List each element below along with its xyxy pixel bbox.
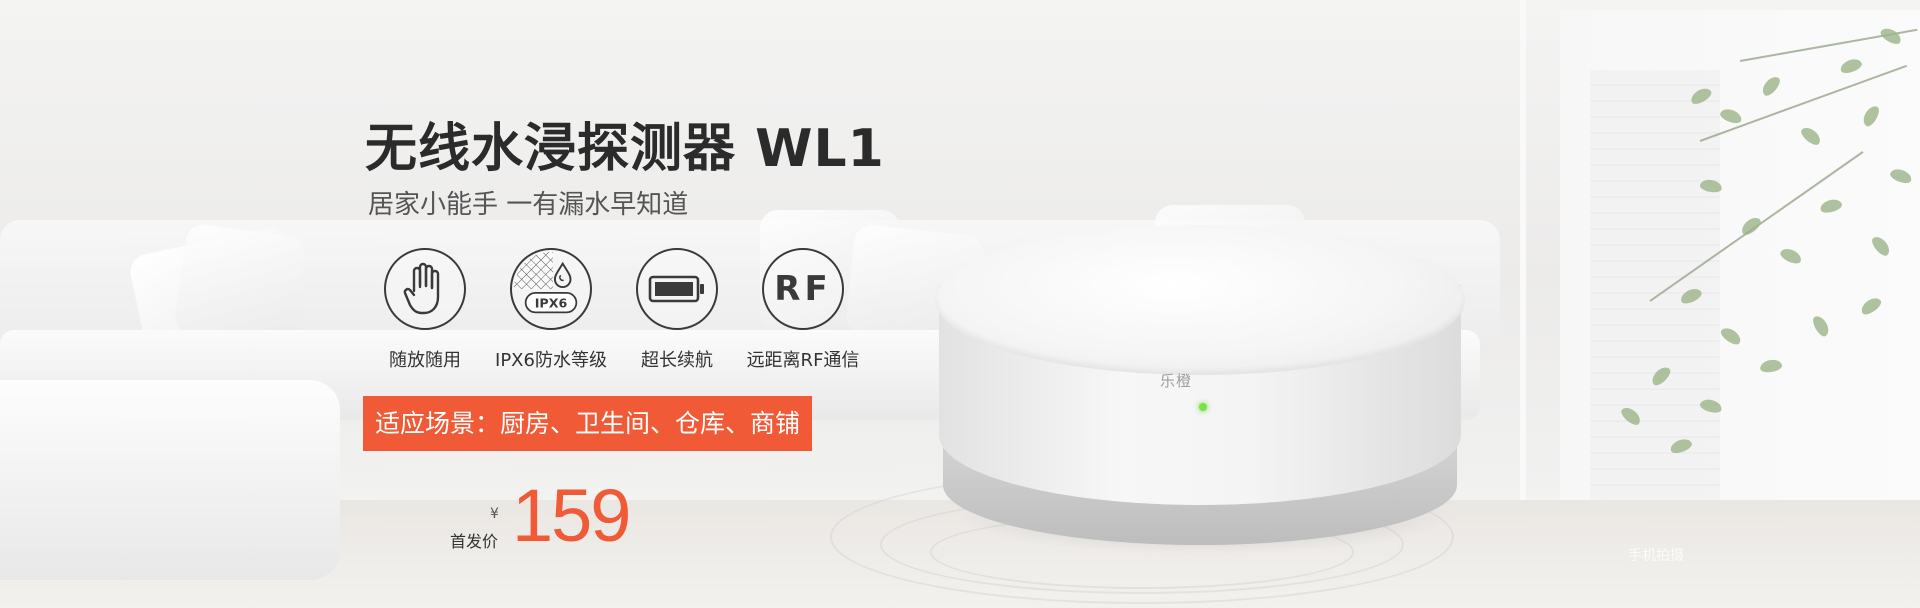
rf-badge-text: RF	[774, 269, 832, 309]
background-pillow	[172, 222, 308, 348]
feature-label: 远距离RF通信	[746, 350, 860, 371]
product-banner[interactable]: 乐橙 无线水浸探测器 WL1 居家小能手 一有漏水早知道 随放随用 IPX6 I…	[0, 0, 1920, 608]
ipx6-water-icon: IPX6	[510, 248, 592, 330]
battery-icon	[636, 248, 718, 330]
watermark-text: 手机拍摄	[1628, 548, 1684, 564]
feature-label: IPX6防水等级	[495, 350, 607, 371]
price-value: 159	[512, 474, 631, 557]
device-top	[935, 225, 1465, 375]
product-title: 无线水浸探测器 WL1	[365, 119, 885, 179]
feature-label: 随放随用	[389, 350, 461, 371]
product-subtitle: 居家小能手 一有漏水早知道	[368, 190, 689, 220]
device-logo: 乐橙	[1160, 372, 1193, 390]
background-sofa-arm	[0, 380, 340, 580]
feature-item: 超长续航	[614, 248, 740, 372]
ipx6-badge-text: IPX6	[535, 296, 568, 311]
device-led-indicator	[1199, 403, 1207, 411]
feature-item: RF 远距离RF通信	[740, 248, 866, 372]
feature-item: 随放随用	[362, 248, 488, 372]
feature-label: 超长续航	[641, 350, 713, 371]
scenario-tag: 适应场景：厨房、卫生间、仓库、商铺	[363, 396, 813, 451]
hand-icon	[384, 248, 466, 330]
feature-list: 随放随用 IPX6 IPX6防水等级 超长续航 RF 远距离RF通信	[362, 248, 866, 372]
price-label: 首发价	[450, 532, 499, 551]
price-block: ¥ 首发价 159	[450, 476, 650, 556]
price-currency: ¥	[490, 506, 499, 522]
water-leak-sensor-device: 乐橙	[935, 225, 1465, 565]
feature-item: IPX6 IPX6防水等级	[488, 248, 614, 372]
rf-icon: RF	[762, 248, 844, 330]
